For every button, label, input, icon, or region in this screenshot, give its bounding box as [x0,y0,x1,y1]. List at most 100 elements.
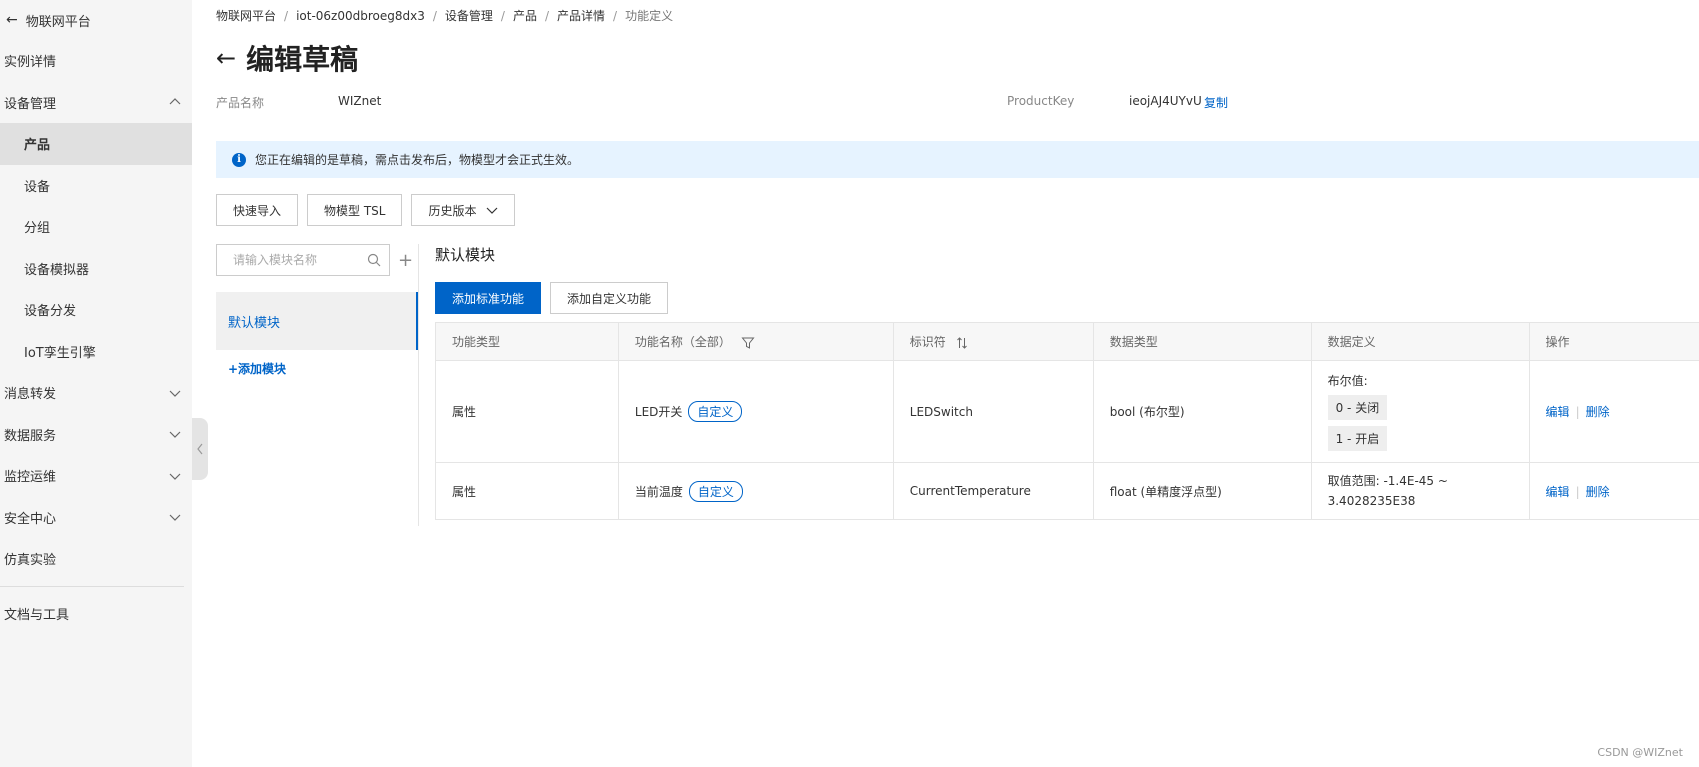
custom-tag: 自定义 [688,480,743,502]
function-name: 当前温度 [634,484,683,499]
function-name: LED开关 [634,405,683,419]
chevron-down-icon [168,510,182,524]
product-key-value: ieojAJ4UYvU [1129,94,1202,108]
table-row: 属性 当前温度 自定义 CurrentTemperature float (单精度… [435,462,1699,520]
back-arrow-icon[interactable]: ← [6,12,18,28]
col-data-definition: 数据定义 [1310,322,1530,361]
add-module-icon[interactable]: + [398,250,413,271]
sidebar-item-security[interactable]: 安全中心 [0,497,192,539]
sidebar-item-distribution[interactable]: 设备分发 [0,289,192,331]
page-title: 编辑草稿 [246,43,359,76]
sidebar-item-label: 文档与工具 [4,607,70,623]
op-separator: | [1575,484,1580,499]
product-key-label: ProductKey [1007,94,1075,108]
copy-link[interactable]: 复制 [1204,94,1228,111]
breadcrumb-function-def: 功能定义 [625,9,674,23]
sort-icon[interactable] [956,336,968,349]
chevron-down-icon [168,469,182,483]
draft-notice: i 您正在编辑的是草稿，需点击发布后，物模型才会正式生效。 [216,141,1699,178]
sidebar-item-twin-engine[interactable]: IoT孪生引擎 [0,331,192,373]
col-function-name[interactable]: 功能名称（全部） [617,322,894,361]
delete-link[interactable]: 删除 [1586,485,1610,499]
sidebar-item-docs-tools[interactable]: 文档与工具 [0,593,192,635]
info-icon: i [232,152,246,167]
breadcrumb-iot-platform[interactable]: 物联网平台 [216,7,276,24]
back-arrow-icon[interactable]: ← [216,44,236,72]
cell-operations: 编辑 | 删除 [1528,360,1699,463]
breadcrumb-product[interactable]: 产品 [513,7,537,24]
history-version-label: 历史版本 [428,203,477,218]
breadcrumb-separator: / [432,8,437,23]
breadcrumb-separator: / [500,8,505,23]
tsl-button[interactable]: 物模型 TSL [307,194,403,226]
chevron-down-icon [168,386,182,400]
cell-name: 当前温度 自定义 [617,462,894,520]
sidebar-item-label: 监控运维 [4,470,57,486]
cell-data-definition: 取值范围: -1.4E-45 ~ 3.4028235E38 [1310,462,1530,520]
sidebar-item-label: 安全中心 [4,511,57,527]
sidebar-collapse-handle[interactable] [192,418,208,480]
col-identifier[interactable]: 标识符 [892,322,1094,361]
module-item-default[interactable]: 默认模块 [216,292,418,350]
sidebar-item-simulator[interactable]: 设备模拟器 [0,248,192,290]
cell-type: 属性 [435,462,619,520]
cell-data-type: float (单精度浮点型) [1092,462,1312,520]
sidebar-item-instance[interactable]: 实例详情 [0,40,192,82]
delete-link[interactable]: 删除 [1586,405,1610,419]
cell-identifier: CurrentTemperature [892,462,1094,520]
breadcrumb-device-mgmt[interactable]: 设备管理 [445,7,493,24]
sidebar-item-product[interactable]: 产品 [0,123,192,165]
enum-value-0: 0 - 关闭 [1327,395,1388,420]
sidebar-item-monitoring[interactable]: 监控运维 [0,455,192,497]
cell-identifier: LEDSwitch [892,360,1094,463]
custom-tag: 自定义 [688,401,743,422]
sidebar-item-message-forward[interactable]: 消息转发 [0,372,192,414]
product-name-value: WIZnet [338,94,382,108]
quick-import-button[interactable]: 快速导入 [216,194,299,226]
sidebar-divider [0,585,184,587]
sidebar-item-simulation-lab[interactable]: 仿真实验 [0,538,192,580]
chevron-left-icon [197,443,203,455]
edit-link[interactable]: 编辑 [1546,405,1570,419]
cell-data-definition: 布尔值: 0 - 关闭 1 - 开启 [1310,360,1530,463]
add-module-link[interactable]: +添加模块 [216,360,418,377]
breadcrumb-product-detail[interactable]: 产品详情 [557,7,605,24]
sidebar-item-label: 设备 [24,179,51,195]
breadcrumb-separator: / [544,8,550,23]
cell-name: LED开关 自定义 [617,360,894,463]
search-icon[interactable] [367,253,381,267]
sidebar-item-label: 消息转发 [4,387,57,403]
add-custom-function-button[interactable]: 添加自定义功能 [550,282,669,314]
sidebar: ← 物联网平台 实例详情 设备管理 产品 设备 分组 设备模拟器 设备分发 Io… [0,0,192,767]
cell-data-type: bool (布尔型) [1092,360,1312,463]
edit-link[interactable]: 编辑 [1546,485,1570,499]
op-separator: | [1575,405,1580,419]
col-function-name-label: 功能名称（全部） [634,335,731,349]
sidebar-item-label: 设备分发 [24,304,77,320]
sidebar-header-label: 物联网平台 [25,14,91,30]
cell-operations: 编辑 | 删除 [1528,462,1699,520]
bool-definition-title: 布尔值: [1327,374,1368,388]
module-panel: + 默认模块 +添加模块 [216,244,418,377]
main-content: 物联网平台 / iot-06z00dbroeg8dx3 / 设备管理 / 产品 / 产品… [216,0,1699,767]
table-row: 属性 LED开关 自定义 LEDSwitch bool (布尔型) 布尔值: 0 … [435,360,1699,463]
sidebar-item-device-mgmt[interactable]: 设备管理 [0,82,192,124]
col-data-type: 数据类型 [1092,322,1312,361]
toolbar: 快速导入 物模型 TSL 历史版本 [216,194,524,226]
sidebar-item-data-service[interactable]: 数据服务 [0,414,192,456]
function-table: 功能类型 功能名称（全部） 标识符 数据类型 数据定义 操作 属性 LED开关 … [435,322,1699,520]
watermark: CSDN @WIZnet [1597,746,1683,759]
chevron-down-icon [168,427,182,441]
module-search-input[interactable] [233,253,353,267]
sidebar-item-device[interactable]: 设备 [0,165,192,207]
history-version-button[interactable]: 历史版本 [411,194,516,226]
sidebar-item-label: 分组 [24,221,51,237]
sidebar-item-group[interactable]: 分组 [0,206,192,248]
add-standard-function-button[interactable]: 添加标准功能 [435,282,542,314]
filter-icon[interactable] [741,336,755,350]
cell-type: 属性 [435,360,619,463]
breadcrumb-instance[interactable]: iot-06z00dbroeg8dx3 [296,9,425,23]
sidebar-item-label: 设备模拟器 [24,262,90,278]
sidebar-header[interactable]: ← 物联网平台 [0,0,192,40]
breadcrumb: 物联网平台 / iot-06z00dbroeg8dx3 / 设备管理 / 产品 / 产品… [216,7,673,24]
